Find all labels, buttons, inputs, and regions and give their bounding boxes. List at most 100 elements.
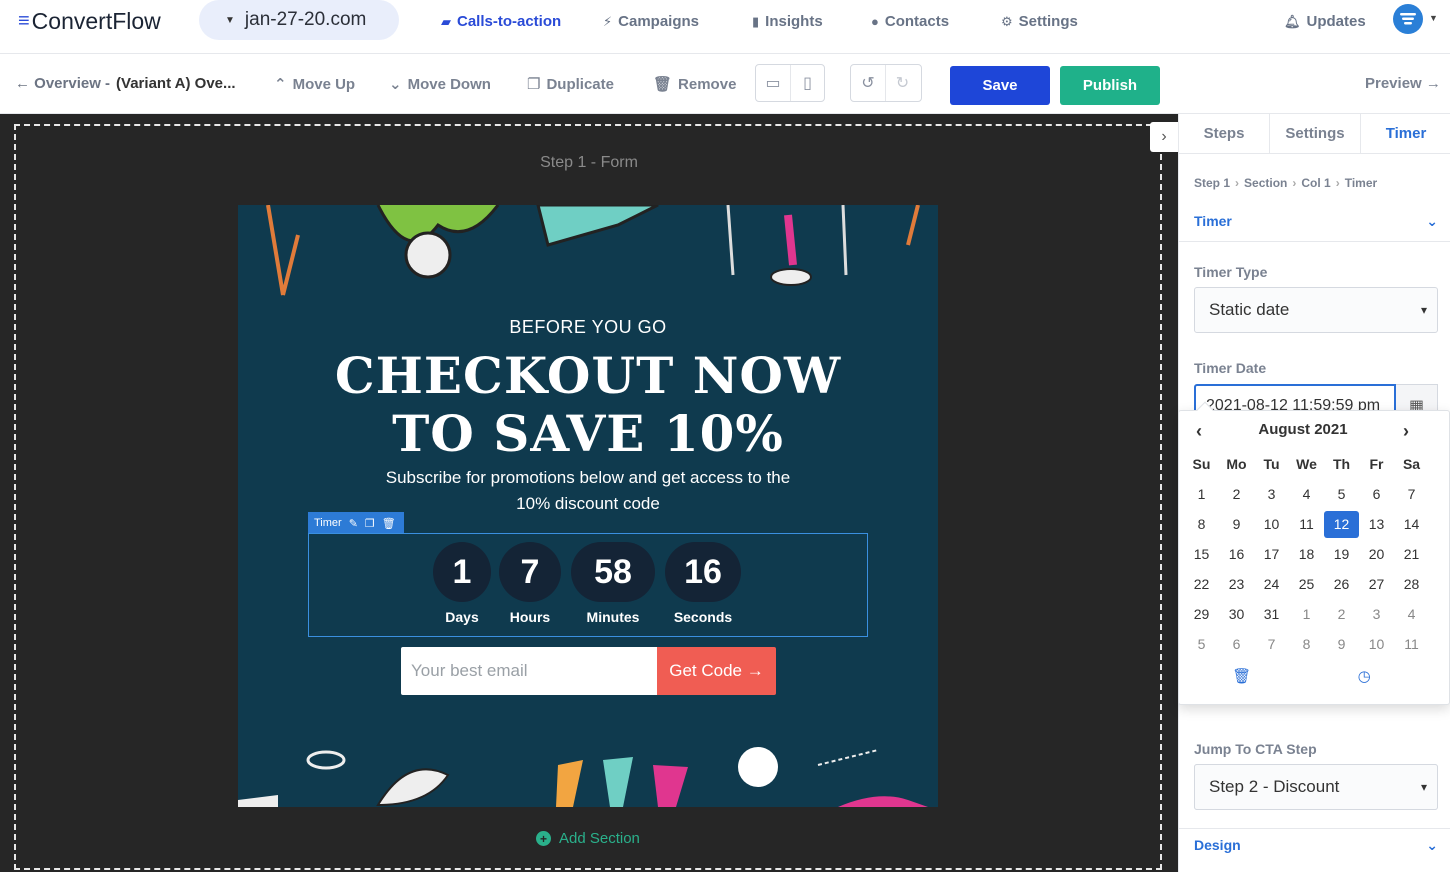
subtext[interactable]: Subscribe for promotions below and get a… (373, 465, 803, 517)
caret-down-icon[interactable]: ▼ (1429, 13, 1438, 23)
trash-icon: 🗑︎ (653, 76, 673, 93)
calendar-day[interactable]: 31 (1254, 601, 1289, 628)
calendar-day[interactable]: 1 (1289, 601, 1324, 628)
calendar-day[interactable]: 24 (1254, 571, 1289, 598)
add-section-button[interactable]: + Add Section (536, 830, 640, 847)
desktop-icon[interactable]: ▭ (756, 65, 790, 101)
preview-link[interactable]: Preview → (1365, 75, 1441, 92)
calendar-day[interactable]: 7 (1254, 631, 1289, 658)
timer-section-title: Timer (1194, 213, 1232, 229)
duplicate-button[interactable]: ❐ Duplicate (527, 75, 614, 94)
pre-headline[interactable]: BEFORE YOU GO (238, 317, 938, 338)
bell-icon: 🔔︎ (1284, 13, 1301, 29)
calendar-day[interactable]: 8 (1289, 631, 1324, 658)
calendar-day[interactable]: 3 (1359, 601, 1394, 628)
calendar-day[interactable]: 10 (1254, 511, 1289, 538)
publish-button[interactable]: Publish (1060, 66, 1160, 105)
redo-icon[interactable]: ↻ (885, 65, 919, 101)
chevron-right-icon[interactable]: › (1150, 122, 1178, 152)
tab-steps[interactable]: Steps (1179, 114, 1270, 153)
calendar-day[interactable]: 21 (1394, 541, 1429, 568)
save-button[interactable]: Save (950, 66, 1050, 105)
calendar-day[interactable]: 23 (1219, 571, 1254, 598)
breadcrumb-col[interactable]: Col 1 (1301, 176, 1330, 190)
nav-campaigns[interactable]: ⚡ Campaigns (603, 13, 699, 30)
calendar-day[interactable]: 29 (1184, 601, 1219, 628)
nav-insights[interactable]: ▮ Insights (752, 13, 823, 30)
calendar-day[interactable]: 22 (1184, 571, 1219, 598)
calendar-day[interactable]: 4 (1394, 601, 1429, 628)
breadcrumb-step[interactable]: Step 1 (1194, 176, 1230, 190)
chevron-right-icon: › (1335, 176, 1340, 190)
calendar-day[interactable]: 16 (1219, 541, 1254, 568)
selected-day[interactable]: 12 (1324, 510, 1359, 538)
user-avatar[interactable] (1393, 4, 1423, 34)
calendar-day[interactable]: 3 (1254, 481, 1289, 508)
chevron-right-icon[interactable]: › (1394, 421, 1418, 442)
calendar-day[interactable]: 1 (1184, 481, 1219, 508)
calendar-day[interactable]: 17 (1254, 541, 1289, 568)
trash-icon[interactable]: 🗑︎ (382, 517, 396, 530)
timer-type-select[interactable]: Static date ▾ (1194, 287, 1438, 333)
breadcrumb-timer[interactable]: Timer (1345, 176, 1377, 190)
design-section-toggle[interactable]: Design ⌄ (1194, 837, 1438, 854)
calendar-day[interactable]: 26 (1324, 571, 1359, 598)
calendar-day[interactable]: 28 (1394, 571, 1429, 598)
timer-hours-value: 7 (499, 542, 561, 602)
copy-icon[interactable]: ❐ (365, 517, 375, 530)
remove-button[interactable]: 🗑︎ Remove (653, 75, 736, 94)
timer-section-toggle[interactable]: Timer ⌄ (1194, 213, 1438, 230)
month-title[interactable]: August 2021 (1179, 421, 1427, 438)
nav-contacts[interactable]: ● Contacts (871, 13, 949, 30)
back-to-overview[interactable]: ← Overview - (Variant A) Ove... (15, 75, 236, 92)
calendar-day[interactable]: 25 (1289, 571, 1324, 598)
get-code-button[interactable]: Get Code → (657, 647, 776, 695)
timer-days-value: 1 (433, 542, 491, 602)
jump-to-step-select[interactable]: Step 2 - Discount ▾ (1194, 764, 1438, 810)
timer-date-label: Timer Date (1194, 360, 1267, 376)
calendar-day[interactable]: 20 (1359, 541, 1394, 568)
nav-settings[interactable]: ⚙ Settings (1001, 13, 1078, 30)
calendar-day[interactable]: 5 (1324, 481, 1359, 508)
calendar-day[interactable]: 5 (1184, 631, 1219, 658)
calendar-day[interactable]: 18 (1289, 541, 1324, 568)
headline-line-2: TO SAVE 10% (392, 404, 784, 463)
calendar-day[interactable]: 8 (1184, 511, 1219, 538)
pencil-icon[interactable]: ✎ (349, 517, 358, 530)
move-up-button[interactable]: ⌃ Move Up (274, 75, 356, 94)
calendar-day[interactable]: 30 (1219, 601, 1254, 628)
move-down-button[interactable]: ⌄ Move Down (389, 75, 491, 94)
trash-icon[interactable]: 🗑︎ (1232, 667, 1251, 685)
calendar-day[interactable]: 10 (1359, 631, 1394, 658)
move-up-label: Move Up (292, 75, 356, 93)
undo-icon[interactable]: ↺ (851, 65, 885, 101)
calendar-day[interactable]: 9 (1219, 511, 1254, 538)
calendar-day[interactable]: 4 (1289, 481, 1324, 508)
calendar-day[interactable]: 11 (1394, 631, 1429, 658)
mobile-icon[interactable]: ▯ (790, 65, 824, 101)
app-logo[interactable]: ≡ ConvertFlow (18, 8, 161, 35)
nav-updates[interactable]: 🔔︎ Updates (1284, 13, 1366, 30)
headline[interactable]: CHECKOUT NOW TO SAVE 10% (238, 347, 938, 463)
calendar-day[interactable]: 14 (1394, 511, 1429, 538)
calendar-day[interactable]: 19 (1324, 541, 1359, 568)
calendar-day[interactable]: 27 (1359, 571, 1394, 598)
email-field[interactable]: Your best email (401, 647, 657, 695)
calendar-day[interactable]: 2 (1219, 481, 1254, 508)
cta-popup[interactable]: BEFORE YOU GO CHECKOUT NOW TO SAVE 10% S… (238, 205, 938, 807)
calendar-day[interactable]: 11 (1289, 511, 1324, 538)
tab-timer[interactable]: Timer (1361, 114, 1450, 153)
breadcrumb-section[interactable]: Section (1244, 176, 1287, 190)
calendar-day[interactable]: 7 (1394, 481, 1429, 508)
countdown-timer[interactable]: 1 Days 7 Hours 58 Minutes 16 Seconds (308, 533, 868, 637)
calendar-day[interactable]: 13 (1359, 511, 1394, 538)
calendar-day[interactable]: 2 (1324, 601, 1359, 628)
clock-icon[interactable]: ◷ (1358, 667, 1371, 685)
calendar-day[interactable]: 6 (1359, 481, 1394, 508)
nav-calls-to-action[interactable]: ▰ Calls-to-action (441, 13, 561, 30)
domain-selector[interactable]: ▼ jan-27-20.com (199, 0, 399, 40)
calendar-day[interactable]: 6 (1219, 631, 1254, 658)
calendar-day[interactable]: 9 (1324, 631, 1359, 658)
tab-settings[interactable]: Settings (1270, 114, 1361, 153)
calendar-day[interactable]: 15 (1184, 541, 1219, 568)
